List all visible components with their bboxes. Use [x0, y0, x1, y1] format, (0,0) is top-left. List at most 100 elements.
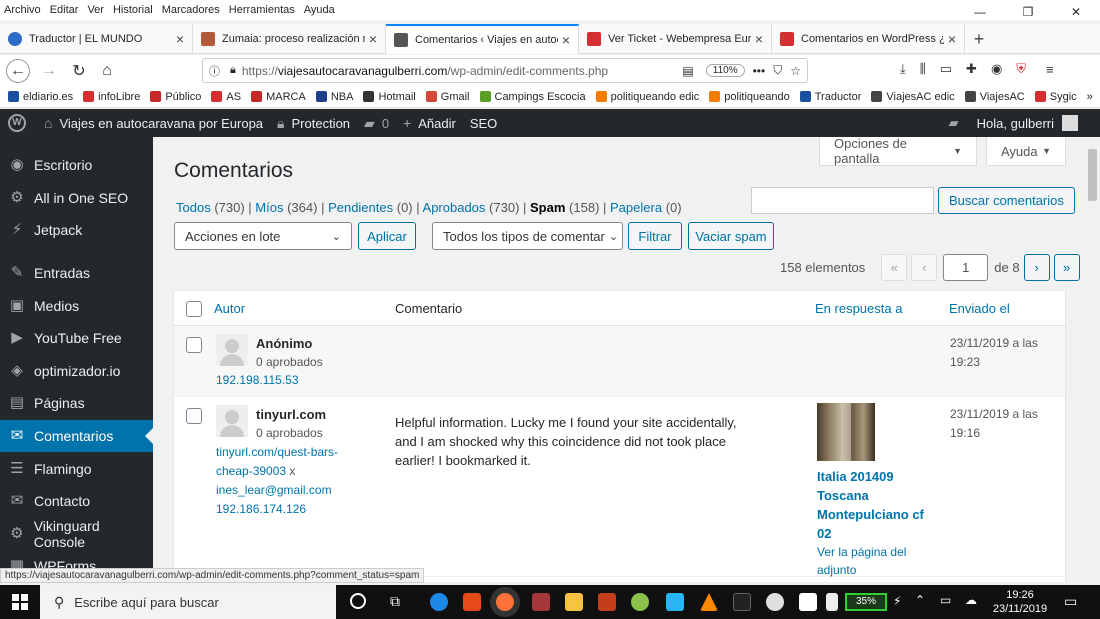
sidebar-item-flamingo[interactable]: ☰ Flamingo: [0, 452, 153, 485]
sidebar-item-all-in-one-seo[interactable]: ⚙ All in One SEO: [0, 182, 153, 215]
url-bar[interactable]: ⓘ 🔒︎ https://viajesautocaravanagulberri.…: [202, 58, 808, 83]
new-tab-icon[interactable]: +: [965, 24, 993, 53]
notifications-icon[interactable]: ▭: [1064, 593, 1077, 610]
tidal-icon[interactable]: [733, 593, 751, 611]
current-page-input[interactable]: 1: [943, 254, 989, 281]
tab-comentarios[interactable]: Comentarios ‹ Viajes en autoca ×: [386, 24, 579, 54]
filter-todos[interactable]: Todos (730): [176, 200, 245, 215]
menu-icon[interactable]: ≡: [1046, 62, 1054, 77]
filter-mios[interactable]: Míos (364): [255, 200, 317, 215]
vlc-icon[interactable]: [700, 593, 718, 611]
bookmark-item[interactable]: Hotmail: [363, 91, 416, 103]
help-button[interactable]: Ayuda ▼: [986, 137, 1066, 166]
page-scrollbar[interactable]: [1085, 137, 1100, 582]
taskbar-clock[interactable]: 19:26 23/11/2019: [985, 588, 1055, 616]
lock-icon[interactable]: 🔒︎: [230, 64, 236, 77]
post-title-link[interactable]: Montepulciano cf: [817, 507, 924, 522]
empty-spam-button[interactable]: Vaciar spam: [688, 222, 774, 250]
firefox-icon[interactable]: [496, 593, 514, 611]
back-icon[interactable]: ←: [6, 58, 30, 83]
post-thumbnail[interactable]: [817, 403, 875, 461]
paint-icon[interactable]: [631, 593, 649, 611]
zoom-level[interactable]: 110%: [705, 64, 745, 77]
library-icon[interactable]: ⫼: [920, 61, 926, 77]
column-date[interactable]: Enviado el: [949, 301, 1010, 316]
select-all-checkbox[interactable]: [186, 301, 202, 317]
bookmark-item[interactable]: AS: [211, 91, 241, 103]
author-url-link[interactable]: tinyurl.com/quest-bars-: [216, 445, 338, 459]
sidebar-item-comentarios[interactable]: ✉ Comentarios: [0, 419, 153, 453]
bookmarks-overflow-icon[interactable]: »: [1087, 91, 1093, 103]
bookmark-item[interactable]: Público: [150, 91, 201, 103]
author-email-link[interactable]: ines_lear@gmail.com: [216, 483, 332, 497]
scrollbar-thumb[interactable]: [1088, 149, 1097, 201]
sidebar-item-jetpack[interactable]: ⚡ Jetpack: [0, 214, 153, 247]
bookmark-item[interactable]: Gmail: [425, 91, 470, 103]
menu-historial[interactable]: Historial: [113, 4, 153, 16]
explorer-icon[interactable]: [565, 593, 583, 611]
column-author[interactable]: Autor: [214, 301, 245, 316]
bookmark-item[interactable]: Traductor: [799, 91, 861, 103]
menu-herramientas[interactable]: Herramientas: [229, 4, 295, 16]
sidebar-item-medios[interactable]: ▣ Medios: [0, 289, 153, 322]
tab-ver-ticket[interactable]: Ver Ticket - Webempresa Europ ×: [579, 24, 772, 54]
access-icon[interactable]: [532, 593, 550, 611]
office-icon[interactable]: [463, 593, 481, 611]
close-tab-icon[interactable]: ×: [176, 31, 184, 47]
page-info-icon[interactable]: ⓘ: [209, 63, 220, 79]
bookmark-item[interactable]: politiqueando edic: [595, 91, 699, 103]
powerpoint-icon[interactable]: [598, 593, 616, 611]
search-input[interactable]: [751, 187, 934, 214]
author-ip-link[interactable]: 192.186.174.126: [216, 502, 306, 516]
menu-ver[interactable]: Ver: [87, 4, 104, 16]
post-title-link[interactable]: 02: [817, 526, 831, 541]
close-tab-icon[interactable]: ×: [755, 31, 763, 47]
notification-icon[interactable]: ▰: [949, 115, 959, 131]
bookmark-item[interactable]: Campings Escocia: [479, 91, 586, 103]
sidebar-item-entradas[interactable]: ✎ Entradas: [0, 257, 153, 290]
task-view-icon[interactable]: ⧉: [390, 593, 400, 610]
tab-comentarios-wordpress[interactable]: Comentarios en WordPress ¿có ×: [772, 24, 965, 54]
tab-traductor[interactable]: Traductor | EL MUNDO ×: [0, 24, 193, 54]
windows-start-icon[interactable]: [12, 594, 28, 610]
chevron-up-icon[interactable]: ⌃: [915, 593, 925, 607]
forward-icon[interactable]: →: [36, 62, 62, 80]
photos-icon[interactable]: [666, 593, 684, 611]
next-page-button[interactable]: ›: [1023, 254, 1050, 281]
wpbar-protection[interactable]: 🔒︎ Protection: [277, 115, 350, 132]
bookmark-item[interactable]: infoLibre: [83, 91, 140, 103]
row-checkbox[interactable]: [186, 408, 202, 424]
post-title-link[interactable]: Italia 201409: [817, 469, 894, 484]
remove-url-icon[interactable]: x: [289, 464, 295, 478]
maximize-button[interactable]: ❐: [1004, 0, 1052, 24]
apply-button[interactable]: Aplicar: [358, 222, 416, 250]
post-title-link[interactable]: Toscana: [817, 488, 869, 503]
menu-editar[interactable]: Editar: [50, 4, 79, 16]
pocket-icon[interactable]: ⛉: [773, 63, 782, 78]
bookmark-item[interactable]: MARCA: [251, 91, 306, 103]
close-tab-icon[interactable]: ×: [562, 32, 570, 48]
view-attachment-link[interactable]: adjunto: [817, 563, 856, 577]
last-page-button[interactable]: »: [1053, 254, 1080, 281]
sidebar-item-vikinguard-console[interactable]: ⚙ Vikinguard Console: [0, 518, 153, 551]
reader-view-icon[interactable]: ▤: [682, 64, 693, 78]
page-actions-icon[interactable]: •••: [753, 64, 766, 78]
comment-type-select[interactable]: Todos los tipos de comentar ⌄: [432, 222, 623, 250]
author-ip-link[interactable]: 192.198.115.53: [216, 373, 299, 387]
extensions-icon[interactable]: ✚: [966, 61, 977, 77]
sidebar-icon[interactable]: ▭: [940, 61, 952, 77]
network-icon[interactable]: ▭: [940, 593, 951, 607]
filter-aprobados[interactable]: Aprobados (730): [423, 200, 520, 215]
reload-icon[interactable]: ↻: [66, 61, 92, 81]
filter-spam[interactable]: Spam (158): [530, 200, 599, 215]
itunes-icon[interactable]: [766, 593, 784, 611]
edge-icon[interactable]: [430, 593, 448, 611]
filter-button[interactable]: Filtrar: [628, 222, 682, 250]
wpbar-seo[interactable]: SEO: [470, 116, 497, 131]
wpbar-account[interactable]: ▰ Hola, gulberri: [949, 115, 1078, 131]
row-checkbox[interactable]: [186, 337, 202, 353]
minimize-button[interactable]: —: [956, 0, 1004, 24]
sidebar-item-escritorio[interactable]: ◉ Escritorio: [0, 149, 153, 182]
bookmark-item[interactable]: ViajesAC: [964, 91, 1025, 103]
close-window-button[interactable]: ✕: [1052, 0, 1100, 24]
